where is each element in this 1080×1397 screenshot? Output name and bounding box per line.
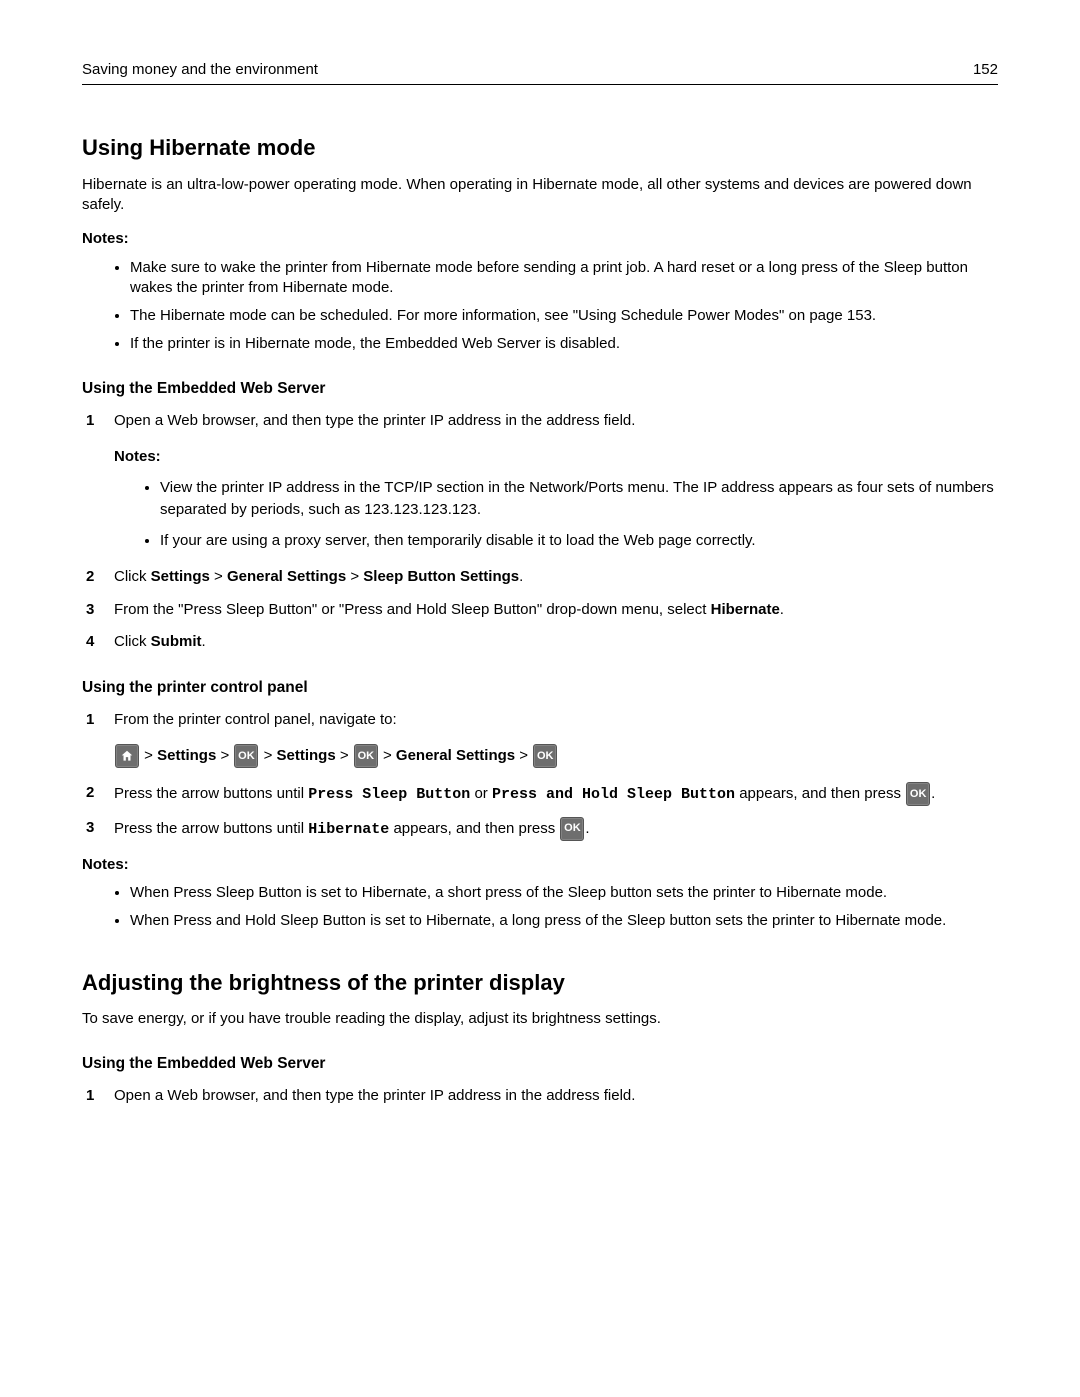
- step-item: Press the arrow buttons until Hibernate …: [108, 817, 998, 841]
- heading-ews-2: Using the Embedded Web Server: [82, 1054, 998, 1075]
- steps-panel: From the printer control panel, navigate…: [82, 709, 998, 841]
- sep: >: [336, 747, 353, 764]
- brightness-intro: To save energy, or if you have trouble r…: [82, 1009, 998, 1029]
- page-header: Saving money and the environment 152: [82, 60, 998, 85]
- heading-brightness: Adjusting the brightness of the printer …: [82, 968, 998, 998]
- heading-ews: Using the Embedded Web Server: [82, 379, 998, 400]
- step-text: Press the arrow buttons until: [114, 785, 308, 802]
- notes-label: Notes:: [114, 446, 998, 469]
- note-item: When Press and Hold Sleep Button is set …: [130, 911, 998, 931]
- ok-icon: OK: [906, 782, 930, 806]
- step-text: From the printer control panel, navigate…: [114, 711, 397, 728]
- mono: Press Sleep Button: [308, 786, 470, 803]
- notes-list-1: Make sure to wake the printer from Hiber…: [82, 258, 998, 355]
- nav-label: Settings: [277, 747, 336, 764]
- ok-icon: OK: [234, 744, 258, 768]
- bold: Hibernate: [711, 601, 780, 618]
- ok-icon: OK: [533, 744, 557, 768]
- step-item: Open a Web browser, and then type the pr…: [108, 1085, 998, 1108]
- heading-hibernate: Using Hibernate mode: [82, 133, 998, 163]
- step-text: appears, and then press: [389, 819, 559, 836]
- heading-control-panel: Using the printer control panel: [82, 678, 998, 699]
- sep: >: [383, 747, 396, 764]
- step-text: Press the arrow buttons until: [114, 819, 308, 836]
- nav-path: > Settings > OK > Settings > OK > Genera…: [114, 739, 998, 772]
- step-text: appears, and then press: [735, 785, 905, 802]
- period: .: [519, 568, 523, 585]
- notes-list-2: When Press Sleep Button is set to Hibern…: [82, 883, 998, 932]
- home-icon: [115, 744, 139, 768]
- step-item: Click Submit.: [108, 631, 998, 654]
- steps-ews: Open a Web browser, and then type the pr…: [82, 410, 998, 654]
- header-title: Saving money and the environment: [82, 60, 318, 80]
- steps-brightness: Open a Web browser, and then type the pr…: [82, 1085, 998, 1108]
- step-item: From the "Press Sleep Button" or "Press …: [108, 599, 998, 622]
- period: .: [780, 601, 784, 618]
- bold: Submit: [151, 633, 202, 650]
- notes-label: Notes:: [82, 229, 998, 249]
- step-text: Open a Web browser, and then type the pr…: [114, 412, 635, 429]
- sep: >: [346, 568, 363, 585]
- note-item: When Press Sleep Button is set to Hibern…: [130, 883, 998, 903]
- ok-icon: OK: [354, 744, 378, 768]
- page-number: 152: [973, 60, 998, 80]
- sep: >: [216, 747, 233, 764]
- step-item: Open a Web browser, and then type the pr…: [108, 410, 998, 553]
- nested-notes: Notes: View the printer IP address in th…: [114, 446, 998, 552]
- step-text: Click: [114, 633, 151, 650]
- note-item: View the printer IP address in the TCP/I…: [160, 477, 998, 522]
- sep: >: [515, 747, 532, 764]
- mono: Hibernate: [308, 820, 389, 837]
- note-item: If the printer is in Hibernate mode, the…: [130, 334, 998, 354]
- note-item: The Hibernate mode can be scheduled. For…: [130, 306, 998, 326]
- note-item: If your are using a proxy server, then t…: [160, 530, 998, 553]
- step-text: Click: [114, 568, 151, 585]
- nav-label: General Settings: [396, 747, 515, 764]
- ok-icon: OK: [560, 817, 584, 841]
- sep: >: [144, 747, 157, 764]
- bold: Settings: [151, 568, 210, 585]
- note-item: Make sure to wake the printer from Hiber…: [130, 258, 998, 299]
- period: .: [202, 633, 206, 650]
- step-item: From the printer control panel, navigate…: [108, 709, 998, 773]
- bold: Sleep Button Settings: [363, 568, 519, 585]
- bold: General Settings: [227, 568, 346, 585]
- step-text: From the "Press Sleep Button" or "Press …: [114, 601, 711, 618]
- period: .: [931, 785, 935, 802]
- period: .: [585, 819, 589, 836]
- step-item: Click Settings > General Settings > Slee…: [108, 566, 998, 589]
- notes-label: Notes:: [82, 855, 998, 875]
- nested-notes-list: View the printer IP address in the TCP/I…: [114, 477, 998, 553]
- step-text: Open a Web browser, and then type the pr…: [114, 1087, 635, 1104]
- hibernate-intro: Hibernate is an ultra‑low‑power operatin…: [82, 175, 998, 216]
- nav-label: Settings: [157, 747, 216, 764]
- sep: >: [210, 568, 227, 585]
- step-text: or: [470, 785, 492, 802]
- step-item: Press the arrow buttons until Press Slee…: [108, 782, 998, 806]
- sep: >: [264, 747, 277, 764]
- mono: Press and Hold Sleep Button: [492, 786, 735, 803]
